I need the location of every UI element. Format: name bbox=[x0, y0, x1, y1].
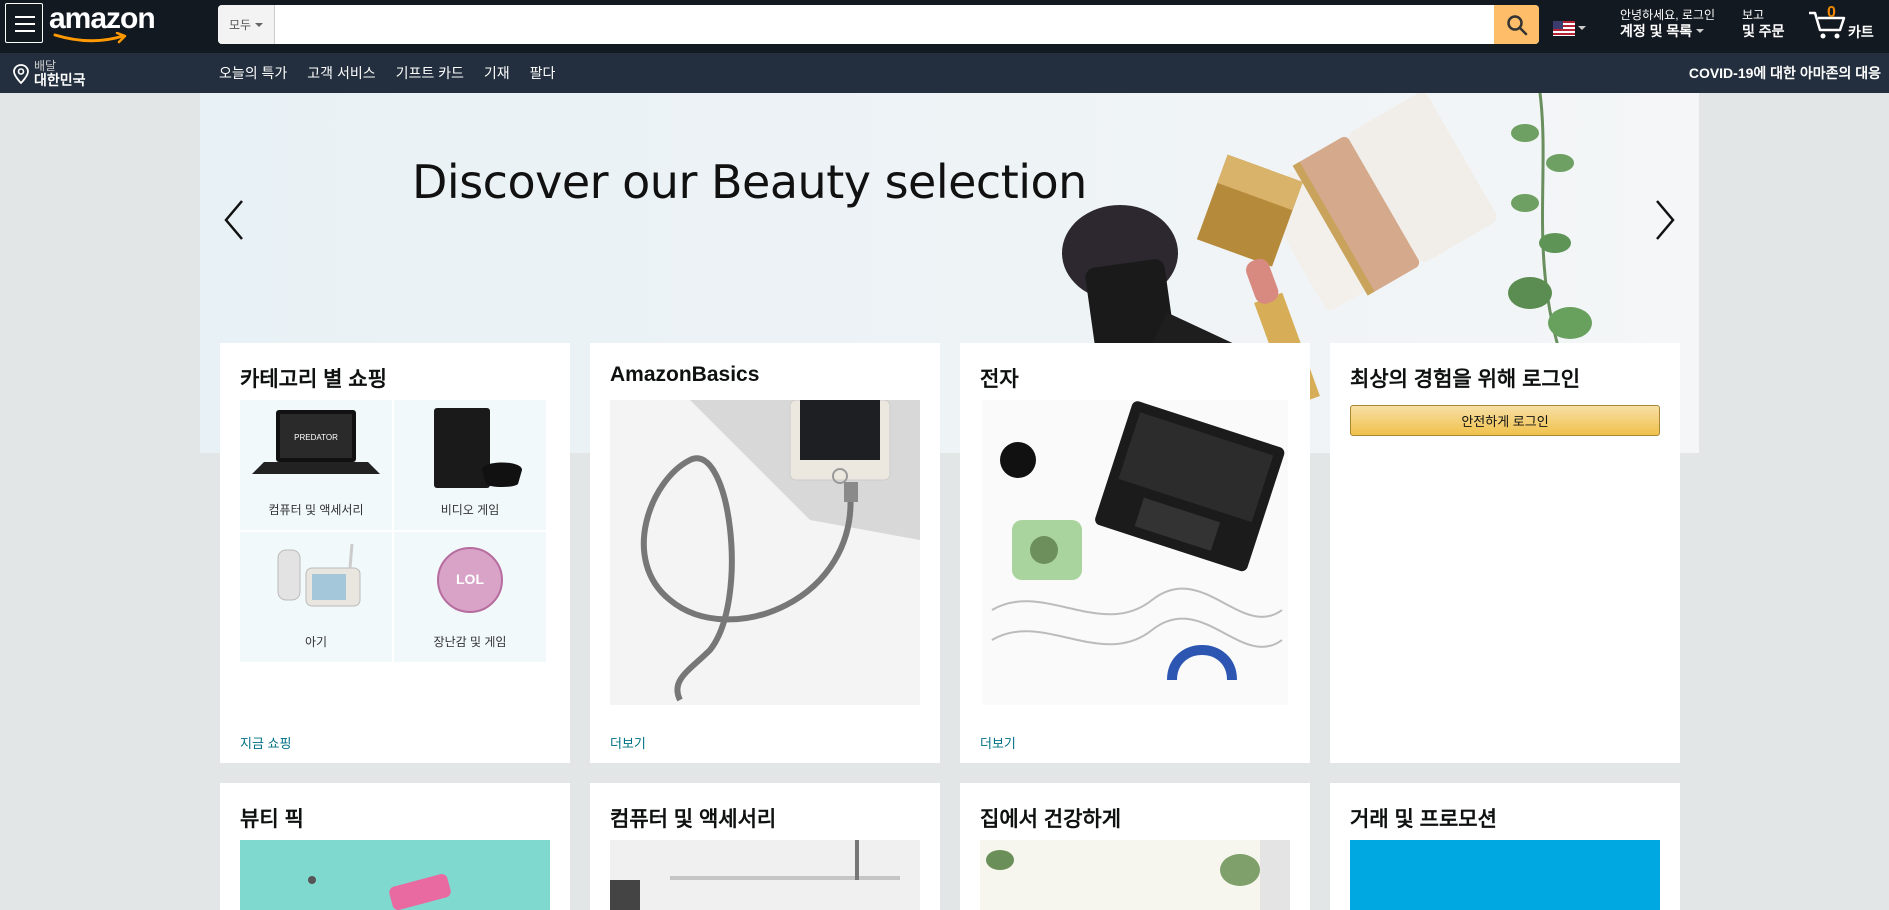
electronics-image[interactable] bbox=[982, 400, 1288, 705]
laptop-image: PREDATOR bbox=[252, 410, 380, 474]
card-beauty-picks: 뷰티 픽 bbox=[220, 783, 570, 910]
subnav-link-customer-service[interactable]: 고객 서비스 bbox=[307, 63, 375, 83]
deals-promotions-image[interactable] bbox=[1350, 840, 1660, 910]
us-flag-icon bbox=[1553, 20, 1575, 36]
location-pin-icon bbox=[13, 64, 29, 84]
card-healthy-at-home: 집에서 건강하게 bbox=[960, 783, 1310, 910]
card-deals-promotions: 거래 및 프로모션 bbox=[1330, 783, 1680, 910]
category-toys-games[interactable]: LOL 장난감 및 게임 bbox=[394, 532, 546, 662]
category-grid: PREDATOR 컴퓨터 및 액세서리 비디오 게임 아기 LOL 장난감 및 … bbox=[240, 400, 548, 662]
nail-polish-image bbox=[308, 873, 451, 910]
card-computers-accessories: 컴퓨터 및 액세서리 bbox=[590, 783, 940, 910]
subnav-link-sell[interactable]: 팔다 bbox=[530, 63, 556, 83]
healthy-at-home-image[interactable] bbox=[980, 840, 1290, 910]
card-amazonbasics: AmazonBasics 더보기 bbox=[590, 343, 940, 763]
subnav-link-gift-cards[interactable]: 기프트 카드 bbox=[396, 63, 464, 83]
svg-text:PREDATOR: PREDATOR bbox=[294, 433, 338, 442]
cart-button[interactable]: 0 카트 bbox=[1808, 4, 1880, 48]
beauty-picks-image[interactable] bbox=[240, 840, 550, 910]
svg-text:LOL: LOL bbox=[456, 571, 484, 587]
desk-image bbox=[610, 840, 900, 910]
nav-top-bar: amazon 모두 안녕하세요, 로그인 계정 및 목록 보고 및 주문 0 카… bbox=[0, 0, 1889, 53]
category-computers[interactable]: PREDATOR 컴퓨터 및 액세서리 bbox=[240, 400, 392, 530]
caret-down-icon bbox=[255, 22, 264, 27]
toy-ball-image: LOL bbox=[437, 547, 503, 613]
search-category-dropdown[interactable]: 모두 bbox=[218, 5, 275, 44]
shop-now-link[interactable]: 지금 쇼핑 bbox=[240, 733, 291, 752]
menu-button[interactable] bbox=[5, 3, 43, 43]
category-video-games[interactable]: 비디오 게임 bbox=[394, 400, 546, 530]
account-menu[interactable]: 안녕하세요, 로그인 계정 및 목록 bbox=[1620, 8, 1715, 40]
baby-monitor-image bbox=[277, 543, 361, 607]
card-signin: 최상의 경험을 위해 로그인 안전하게 로그인 bbox=[1330, 343, 1680, 763]
search-input[interactable] bbox=[275, 5, 1494, 44]
see-more-link-basics[interactable]: 더보기 bbox=[610, 733, 646, 752]
see-more-link-electronics[interactable]: 더보기 bbox=[980, 733, 1016, 752]
carousel-next-icon[interactable] bbox=[1653, 198, 1677, 242]
deliver-to-location[interactable]: 배달 대한민국 bbox=[12, 60, 86, 88]
plants-image bbox=[986, 840, 1290, 910]
subnav-link-deals[interactable]: 오늘의 특가 bbox=[219, 63, 287, 83]
cart-count-badge: 0 bbox=[1827, 4, 1836, 21]
subnav-link-registry[interactable]: 기재 bbox=[484, 63, 510, 83]
search-button[interactable] bbox=[1494, 5, 1539, 44]
covid-response-link[interactable]: COVID-19에 대한 아마존의 대응 bbox=[1689, 63, 1881, 83]
search-bar: 모두 bbox=[218, 5, 1539, 44]
carousel-prev-icon[interactable] bbox=[222, 198, 246, 242]
language-selector[interactable] bbox=[1553, 19, 1589, 37]
subnav-links: 오늘의 특가 고객 서비스 기프트 카드 기재 팔다 bbox=[219, 63, 555, 83]
signin-securely-button[interactable]: 안전하게 로그인 bbox=[1350, 405, 1660, 436]
category-baby[interactable]: 아기 bbox=[240, 532, 392, 662]
amazon-logo[interactable]: amazon bbox=[49, 2, 156, 46]
smile-arrow-icon bbox=[53, 32, 127, 44]
charging-cable-image[interactable] bbox=[610, 400, 920, 705]
orders-link[interactable]: 보고 및 주문 bbox=[1742, 8, 1785, 40]
computers-accessories-image[interactable] bbox=[610, 840, 920, 910]
card-shop-by-category: 카테고리 별 쇼핑 PREDATOR 컴퓨터 및 액세서리 비디오 게임 아기 … bbox=[220, 343, 570, 763]
search-icon bbox=[1506, 14, 1527, 35]
caret-down-icon bbox=[1578, 26, 1586, 30]
game-console-image bbox=[434, 408, 522, 488]
card-electronics: 전자 더보기 bbox=[960, 343, 1310, 763]
caret-down-icon bbox=[1696, 29, 1705, 33]
